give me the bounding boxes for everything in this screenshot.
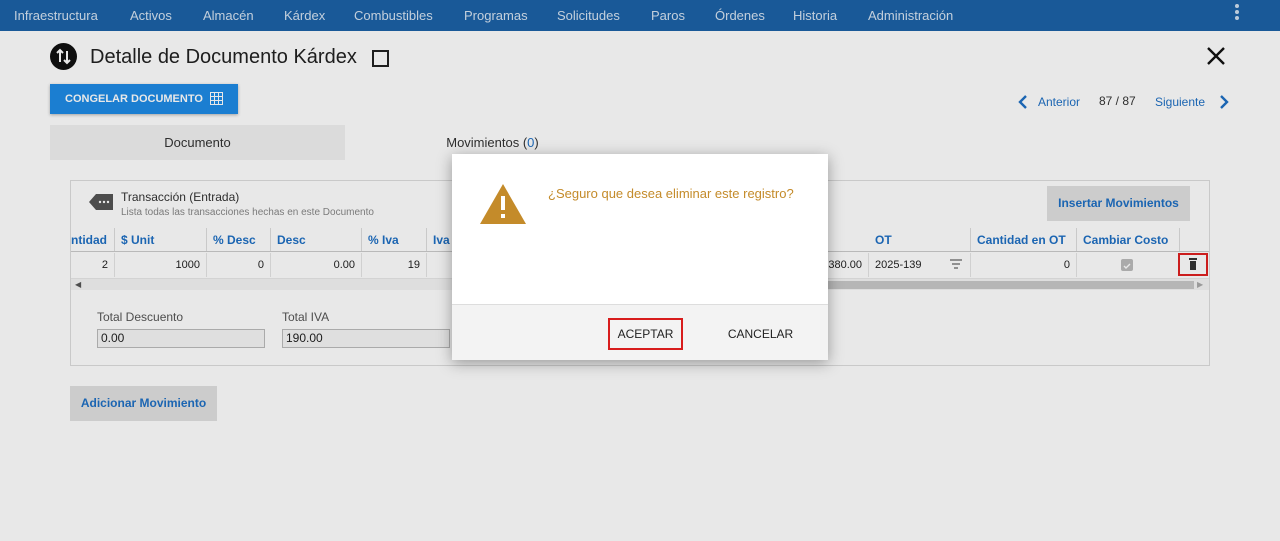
- accept-button[interactable]: ACEPTAR: [608, 318, 683, 350]
- confirm-delete-dialog: ¿Seguro que desea eliminar este registro…: [452, 154, 828, 360]
- cancel-button[interactable]: CANCELAR: [723, 318, 798, 350]
- dialog-footer: ACEPTAR CANCELAR: [452, 304, 828, 360]
- confirm-message: ¿Seguro que desea eliminar este registro…: [548, 186, 794, 201]
- warning-icon: [480, 184, 526, 224]
